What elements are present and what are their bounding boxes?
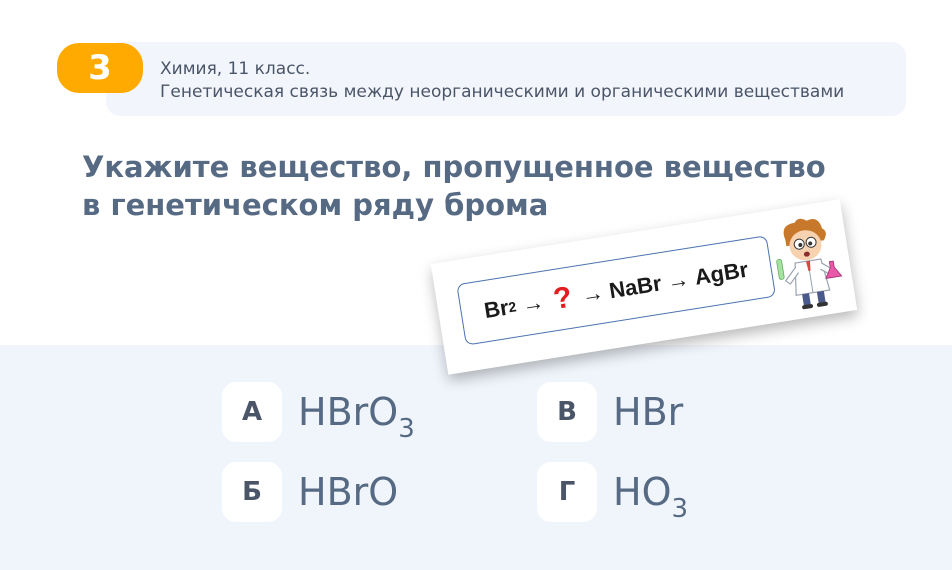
option-b-text: HBrO — [298, 470, 399, 514]
missing-substance-mark: ? — [551, 280, 575, 317]
option-b-key[interactable]: Б — [222, 462, 282, 522]
option-b-formula[interactable]: HBrO — [298, 470, 398, 524]
option-a-text: HBrO — [298, 390, 399, 434]
option-v-key[interactable]: В — [537, 382, 597, 442]
option-a-formula[interactable]: HBrO3 — [298, 390, 415, 444]
header-text: Химия, 11 класс. Генетическая связь межд… — [160, 58, 844, 104]
question-number-badge: 3 — [57, 43, 143, 93]
option-g-key[interactable]: Г — [537, 462, 597, 522]
reaction-chain-formula: Br 2 → ? → NaBr → AgBr — [456, 235, 777, 346]
option-g-formula[interactable]: HO3 — [613, 470, 688, 524]
option-a-key[interactable]: А — [222, 382, 282, 442]
option-a-subscript: 3 — [398, 414, 415, 444]
option-v-text: HBr — [613, 390, 684, 434]
question-text: Укажите вещество, пропущенное вещество в… — [82, 150, 826, 222]
arrow-icon: → — [665, 266, 691, 295]
arrow-icon: → — [520, 289, 546, 318]
option-g-text: HO — [613, 470, 672, 514]
scientist-illustration — [776, 218, 843, 310]
arrow-icon: → — [579, 279, 606, 308]
subject-label: Химия, 11 класс. — [160, 59, 311, 79]
answers-panel — [0, 345, 952, 570]
option-v-formula[interactable]: HBr — [613, 390, 683, 444]
topic-label: Генетическая связь между неорганическими… — [160, 82, 845, 102]
option-g-subscript: 3 — [671, 494, 689, 524]
chain-step-agbr: AgBr — [692, 256, 750, 290]
chain-step-nabr: NaBr — [607, 270, 664, 304]
chain-start-subscript: 2 — [507, 298, 518, 316]
